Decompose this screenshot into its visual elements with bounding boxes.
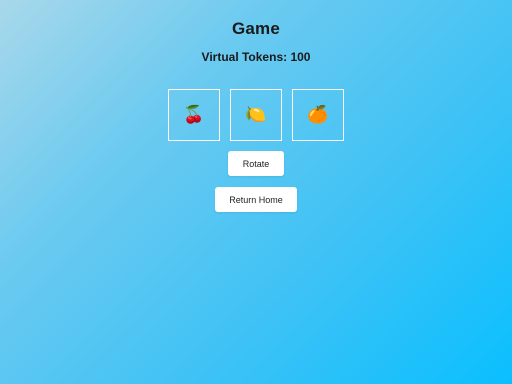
reel-1: 🍒 [168,89,220,141]
lemon-icon: 🍋 [245,105,267,124]
reel-3: 🍊 [292,89,344,141]
virtual-tokens-balance: Virtual Tokens: 100 [201,50,311,64]
return-home-button[interactable]: Return Home [215,187,297,212]
slot-reels: 🍒 🍋 🍊 [168,89,344,141]
reel-2: 🍋 [230,89,282,141]
orange-icon: 🍊 [307,105,329,124]
rotate-button[interactable]: Rotate [228,151,284,176]
cherry-icon: 🍒 [183,105,205,124]
page-title: Game [231,19,281,38]
game-page: Game Virtual Tokens: 100 🍒 🍋 🍊 Rotate Re… [0,0,512,384]
